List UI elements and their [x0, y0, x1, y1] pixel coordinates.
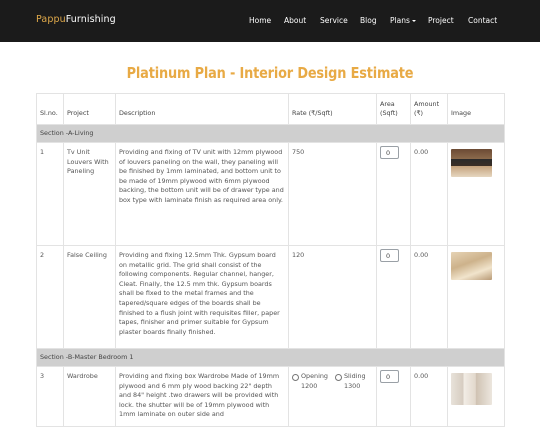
row-rate-options: Opening 1200 Sliding 1300: [288, 366, 377, 427]
opening-label: Opening: [301, 372, 328, 380]
sliding-label: Sliding: [344, 372, 366, 380]
opening-radio[interactable]: [292, 374, 299, 381]
section-label: Section -B-Master Bedroom 1: [36, 348, 505, 367]
row-rate: 120: [288, 245, 377, 349]
sliding-option-label: Sliding 1300: [344, 372, 366, 391]
header-area-line2: (Sqft): [380, 109, 398, 118]
false-ceiling-image: [451, 252, 492, 280]
table-row: 1 Tv Unit Louvers With Paneling Providin…: [36, 142, 505, 246]
row-project: Tv Unit Louvers With Paneling: [63, 142, 116, 246]
row-image-cell: [447, 366, 505, 427]
row-slno: 3: [36, 366, 64, 427]
section-label: Section -A-Living: [36, 124, 505, 143]
header-amount-line1: Amount: [414, 99, 440, 108]
row-amount: 0.00: [410, 366, 448, 427]
header-description: Description: [115, 93, 289, 125]
nav-plans[interactable]: Plans: [390, 16, 416, 25]
brand-logo[interactable]: PappuFurnishing: [36, 14, 116, 25]
nav-blog[interactable]: Blog: [360, 16, 377, 25]
caret-down-icon: [411, 20, 416, 22]
estimate-table: Sl.no. Project Description Rate (₹/Sqft)…: [36, 93, 505, 427]
header-amount-line2: (₹): [414, 109, 424, 118]
section-row: Section -A-Living: [36, 124, 505, 143]
area-input[interactable]: 0: [380, 249, 399, 262]
row-project: Wardrobe: [63, 366, 116, 427]
sliding-rate: 1300: [344, 381, 361, 390]
area-input[interactable]: 0: [380, 146, 399, 159]
nav-service[interactable]: Service: [320, 16, 348, 25]
row-image-cell: [447, 245, 505, 349]
brand-part2: Furnishing: [65, 14, 116, 25]
header-area: Area (Sqft): [376, 93, 411, 125]
row-description: Providing and fixing 12.5mm Thk. Gypsum …: [115, 245, 289, 349]
wardrobe-image: [451, 373, 492, 405]
row-slno: 2: [36, 245, 64, 349]
table-header-row: Sl.no. Project Description Rate (₹/Sqft)…: [36, 93, 505, 125]
navbar: PappuFurnishing Home About Service Blog …: [0, 0, 540, 42]
header-image: Image: [447, 93, 505, 125]
row-amount: 0.00: [410, 245, 448, 349]
header-project: Project: [63, 93, 116, 125]
brand-part1: Pappu: [36, 14, 66, 25]
row-rate: 750: [288, 142, 377, 246]
row-area-cell: 0: [376, 366, 411, 427]
header-rate: Rate (₹/Sqft): [288, 93, 377, 125]
page-title: Platinum Plan - Interior Design Estimate: [126, 64, 414, 82]
row-area-cell: 0: [376, 142, 411, 246]
table-row: 2 False Ceiling Providing and fixing 12.…: [36, 245, 505, 349]
row-amount: 0.00: [410, 142, 448, 246]
row-area-cell: 0: [376, 245, 411, 349]
tv-unit-image: [451, 149, 492, 177]
opening-rate: 1200: [301, 381, 318, 390]
row-description: Providing and fixing box Wardrobe Made o…: [115, 366, 289, 427]
nav-contact[interactable]: Contact: [468, 16, 497, 25]
nav-project[interactable]: Project: [428, 16, 454, 25]
area-input[interactable]: 0: [380, 370, 399, 383]
row-image-cell: [447, 142, 505, 246]
sliding-radio[interactable]: [335, 374, 342, 381]
opening-option-label: Opening 1200: [301, 372, 328, 391]
row-description: Providing and fixing of TV unit with 12m…: [115, 142, 289, 246]
table-row: 3 Wardrobe Providing and fixing box Ward…: [36, 366, 505, 427]
nav-home[interactable]: Home: [249, 16, 271, 25]
section-row: Section -B-Master Bedroom 1: [36, 348, 505, 367]
nav-plans-label: Plans: [390, 16, 410, 25]
row-slno: 1: [36, 142, 64, 246]
nav-about[interactable]: About: [284, 16, 306, 25]
header-amount: Amount (₹): [410, 93, 448, 125]
header-area-line1: Area: [380, 99, 395, 108]
header-slno: Sl.no.: [36, 93, 64, 125]
row-project: False Ceiling: [63, 245, 116, 349]
